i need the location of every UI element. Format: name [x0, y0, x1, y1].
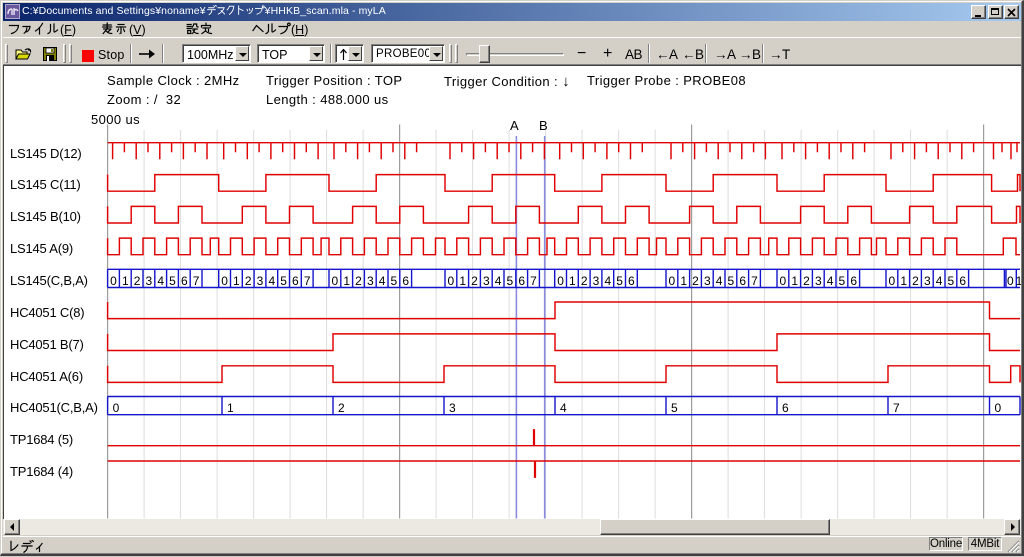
svg-text:6: 6 [402, 274, 409, 288]
svg-text:3: 3 [815, 274, 822, 288]
svg-text:7: 7 [304, 274, 311, 288]
svg-text:4: 4 [268, 274, 275, 288]
svg-text:3: 3 [704, 274, 711, 288]
svg-text:2: 2 [245, 274, 252, 288]
svg-text:0: 0 [1007, 274, 1014, 288]
svg-text:0: 0 [780, 274, 787, 288]
svg-text:7: 7 [751, 274, 758, 288]
svg-text:5: 5 [948, 274, 955, 288]
svg-text:0: 0 [995, 401, 1002, 415]
svg-text:4: 4 [936, 274, 943, 288]
svg-text:1: 1 [459, 274, 466, 288]
svg-text:5: 5 [169, 274, 176, 288]
svg-text:2: 2 [338, 401, 345, 415]
svg-text:5: 5 [280, 274, 287, 288]
svg-text:7: 7 [530, 274, 537, 288]
svg-text:1: 1 [680, 274, 687, 288]
svg-text:7: 7 [893, 401, 900, 415]
svg-text:5: 5 [728, 274, 735, 288]
svg-text:6: 6 [850, 274, 857, 288]
svg-text:0: 0 [448, 274, 455, 288]
svg-text:2: 2 [134, 274, 141, 288]
svg-text:3: 3 [257, 274, 264, 288]
svg-text:2: 2 [912, 274, 919, 288]
svg-text:3: 3 [146, 274, 153, 288]
svg-text:7: 7 [193, 274, 200, 288]
svg-text:6: 6 [782, 401, 789, 415]
svg-text:4: 4 [379, 274, 386, 288]
svg-text:2: 2 [692, 274, 699, 288]
svg-text:5: 5 [391, 274, 398, 288]
svg-text:3: 3 [449, 401, 456, 415]
svg-text:4: 4 [604, 274, 611, 288]
svg-text:4: 4 [157, 274, 164, 288]
svg-text:2: 2 [581, 274, 588, 288]
svg-text:1: 1 [569, 274, 576, 288]
svg-text:3: 3 [367, 274, 374, 288]
svg-text:0: 0 [221, 274, 228, 288]
svg-text:6: 6 [181, 274, 188, 288]
svg-text:5: 5 [839, 274, 846, 288]
svg-text:0: 0 [113, 401, 120, 415]
svg-text:2: 2 [471, 274, 478, 288]
svg-text:1: 1 [227, 401, 234, 415]
svg-text:4: 4 [560, 401, 567, 415]
svg-text:0: 0 [557, 274, 564, 288]
svg-text:1: 1 [343, 274, 350, 288]
svg-text:0: 0 [110, 274, 117, 288]
svg-text:4: 4 [495, 274, 502, 288]
svg-text:1: 1 [900, 274, 907, 288]
svg-text:5: 5 [507, 274, 514, 288]
svg-text:6: 6 [628, 274, 635, 288]
svg-text:6: 6 [739, 274, 746, 288]
svg-text:6: 6 [518, 274, 525, 288]
svg-text:0: 0 [332, 274, 339, 288]
svg-text:1: 1 [1016, 274, 1021, 288]
svg-text:1: 1 [122, 274, 129, 288]
svg-text:1: 1 [791, 274, 798, 288]
svg-text:4: 4 [827, 274, 834, 288]
svg-text:6: 6 [292, 274, 299, 288]
svg-text:0: 0 [889, 274, 896, 288]
svg-text:4: 4 [716, 274, 723, 288]
svg-text:3: 3 [593, 274, 600, 288]
svg-text:3: 3 [483, 274, 490, 288]
svg-text:5: 5 [671, 401, 678, 415]
svg-text:6: 6 [959, 274, 966, 288]
svg-text:5: 5 [616, 274, 623, 288]
svg-text:1: 1 [233, 274, 240, 288]
svg-text:2: 2 [803, 274, 810, 288]
svg-text:2: 2 [355, 274, 362, 288]
svg-text:0: 0 [669, 274, 676, 288]
svg-text:3: 3 [924, 274, 931, 288]
